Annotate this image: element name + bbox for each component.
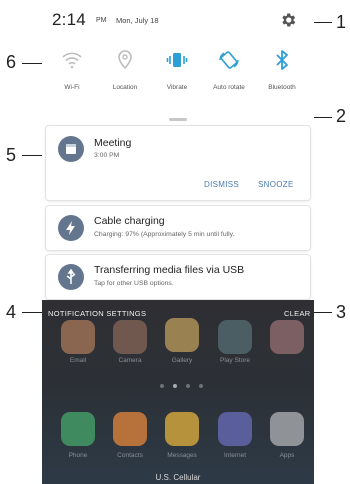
callout-5: 5 xyxy=(6,145,17,165)
meeting-title: Meeting xyxy=(94,137,132,149)
notification-usb-transfer[interactable]: Transferring media files via USB Tap for… xyxy=(46,255,310,299)
callout-4: 4 xyxy=(6,302,17,322)
app-label-contacts: Contacts xyxy=(117,452,143,459)
app-contacts[interactable] xyxy=(113,412,147,446)
page-dot xyxy=(186,384,190,388)
notification-panel-screen: 2:14 PM Mon, July 18 Wi-Fi Location Vibr… xyxy=(42,0,314,484)
charging-title: Cable charging xyxy=(94,215,165,227)
page-dot xyxy=(160,384,164,388)
notification-meeting[interactable]: Meeting 3:00 PM DISMISS SNOOZE xyxy=(46,126,310,200)
charging-detail: Charging: 97% (Approximately 5 min until… xyxy=(94,231,235,238)
qs-bluetooth[interactable]: Bluetooth xyxy=(256,44,308,120)
app-label-messages: Messages xyxy=(167,452,197,459)
carrier-label: U.S. Cellular xyxy=(155,473,201,482)
vibrate-icon xyxy=(166,53,188,67)
app-phone[interactable] xyxy=(61,412,95,446)
app-gallery[interactable] xyxy=(165,318,199,352)
app-messages[interactable] xyxy=(165,412,199,446)
clock-time: 2:14 xyxy=(52,10,86,29)
qs-label-auto-rotate: Auto rotate xyxy=(213,84,245,91)
meeting-time: 3:00 PM xyxy=(94,152,120,159)
callout-3: 3 xyxy=(336,302,347,322)
app-email[interactable] xyxy=(61,320,95,354)
app-apps[interactable] xyxy=(270,412,304,446)
app-play-store[interactable] xyxy=(218,320,252,354)
auto-rotate-icon xyxy=(219,51,239,69)
wifi-icon xyxy=(62,52,82,69)
status-bar: 2:14 PM Mon, July 18 xyxy=(42,0,314,32)
notification-cable-charging[interactable]: Cable charging Charging: 97% (Approximat… xyxy=(46,206,310,250)
app-folder[interactable] xyxy=(270,320,304,354)
qs-label-vibrate: Vibrate xyxy=(166,84,188,91)
location-icon xyxy=(118,50,132,70)
notification-settings-button[interactable]: NOTIFICATION SETTINGS xyxy=(48,309,146,318)
snooze-button[interactable]: SNOOZE xyxy=(258,180,294,189)
quick-settings-row: Wi-Fi Location Vibrate Auto rotate Bluet… xyxy=(42,44,314,120)
usb-icon xyxy=(58,264,84,290)
panel-drag-handle[interactable] xyxy=(169,118,187,121)
page-indicator xyxy=(160,384,204,390)
gear-icon[interactable] xyxy=(279,11,297,29)
calendar-icon xyxy=(58,136,84,162)
qs-label-location: Location xyxy=(112,84,138,91)
clear-button[interactable]: CLEAR xyxy=(284,309,311,318)
qs-wifi[interactable]: Wi-Fi xyxy=(46,44,98,120)
qs-label-bluetooth: Bluetooth xyxy=(268,84,296,91)
app-label-gallery: Gallery xyxy=(171,357,193,364)
callout-6: 6 xyxy=(6,52,17,72)
app-label-phone: Phone xyxy=(68,452,88,459)
clock-ampm: PM xyxy=(96,17,107,24)
qs-vibrate[interactable]: Vibrate xyxy=(151,44,203,120)
callout-1: 1 xyxy=(336,12,347,32)
qs-auto-rotate[interactable]: Auto rotate xyxy=(203,44,255,120)
qs-label-wifi: Wi-Fi xyxy=(64,84,80,91)
bluetooth-icon xyxy=(276,50,288,70)
dismiss-button[interactable]: DISMISS xyxy=(204,180,239,189)
qs-location[interactable]: Location xyxy=(99,44,151,120)
app-label-camera: Camera xyxy=(118,357,142,364)
app-internet[interactable] xyxy=(218,412,252,446)
callout-2: 2 xyxy=(336,106,347,126)
page-dot xyxy=(199,384,203,388)
app-label-internet: Internet xyxy=(223,452,247,459)
app-label-play-store: Play Store xyxy=(220,357,250,364)
usb-title: Transferring media files via USB xyxy=(94,264,245,276)
app-camera[interactable] xyxy=(113,320,147,354)
home-page-dot xyxy=(173,384,177,388)
charging-icon xyxy=(58,215,84,241)
app-label-apps: Apps xyxy=(279,452,295,459)
app-label-email: Email xyxy=(69,357,87,364)
usb-detail: Tap for other USB options. xyxy=(94,280,174,287)
date-label: Mon, July 18 xyxy=(116,16,159,25)
